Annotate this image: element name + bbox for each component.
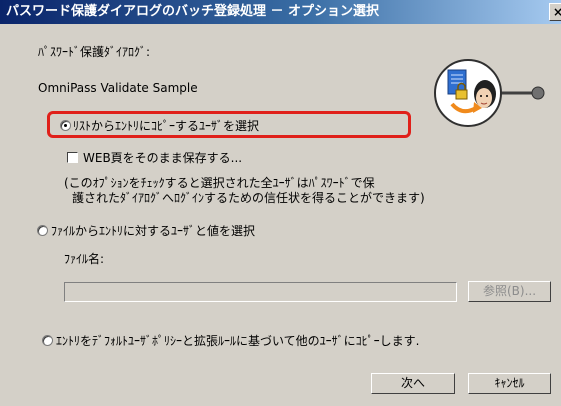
option-note-line1: (このｵﾌﾟｼｮﾝをﾁｪｯｸすると選択された全ﾕｰｻﾞはﾊﾟｽﾜｰﾄﾞで保 (64, 176, 375, 190)
user-face-icon (474, 80, 496, 108)
dialog-name: OmniPass Validate Sample (38, 81, 198, 95)
save-web-page-checkbox[interactable] (67, 152, 78, 163)
title-bar: パスワード保護ダイアログのバッチ登録処理 － オプション選択 × (0, 0, 561, 24)
user-credential-graphic (434, 59, 545, 127)
file-select-label[interactable]: ﾌｧｲﾙからｴﾝﾄﾘに対するﾕｰｻﾞと値を選択 (51, 222, 255, 239)
file-select-radio[interactable] (37, 225, 48, 236)
option-note-line2: 護されたﾀﾞｲｱﾛｸﾞへﾛｸﾞｲﾝするための信任状を得ることができます) (72, 191, 425, 205)
save-web-page-label[interactable]: WEB頁をそのまま保存する... (83, 149, 242, 166)
close-button[interactable]: × (549, 3, 561, 21)
highlight-box (47, 111, 411, 138)
options-dialog: パスワード保護ダイアログのバッチ登録処理 － オプション選択 × ﾊﾟｽﾜｰﾄﾞ… (0, 0, 561, 406)
next-button[interactable]: 次へ (371, 373, 455, 394)
cancel-button[interactable]: ｷｬﾝｾﾙ (468, 373, 551, 394)
window-title: パスワード保護ダイアログのバッチ登録処理 － オプション選択 (6, 4, 380, 19)
dialog-label: ﾊﾟｽﾜｰﾄﾞ保護ﾀﾞｲｱﾛｸﾞ: (38, 45, 151, 59)
default-policy-label[interactable]: ｴﾝﾄﾘをﾃﾞﾌｫﾙﾄﾕｰｻﾞﾎﾟﾘｼｰと拡張ﾙｰﾙに基づいて他のﾕｰｻﾞにｺﾋ… (56, 332, 419, 349)
file-name-input[interactable] (64, 282, 457, 302)
browse-button[interactable]: 参照(B)... (468, 281, 551, 302)
file-name-label: ﾌｧｲﾙ名: (64, 252, 105, 266)
default-policy-radio[interactable] (42, 335, 53, 346)
